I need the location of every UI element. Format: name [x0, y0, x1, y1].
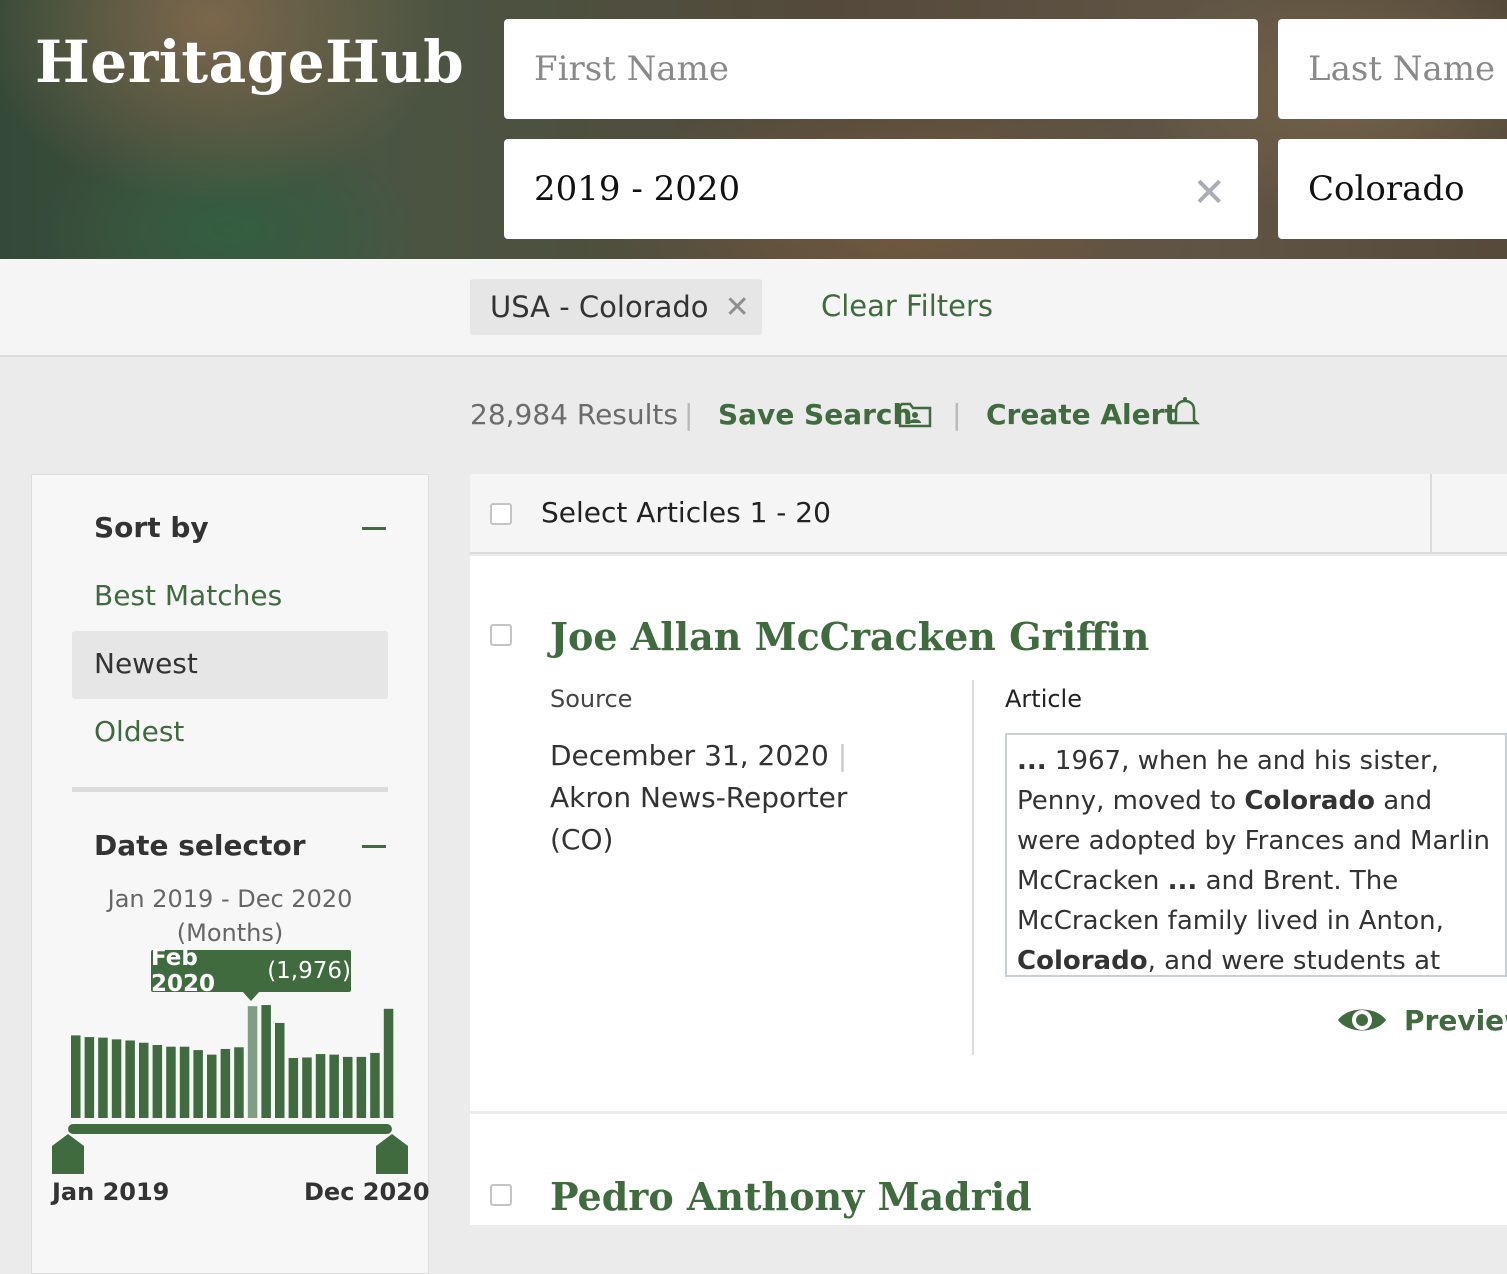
article-label: Article: [1005, 685, 1082, 713]
histogram-bar-feb-2020[interactable]: [247, 1006, 258, 1118]
slider-end-handle[interactable]: [376, 1134, 408, 1174]
header-banner: HeritageHub First Name Last Name 2019 - …: [0, 0, 1507, 259]
separator: |: [952, 398, 962, 431]
date-range-text: Jan 2019 - Dec 2020: [107, 885, 353, 913]
histogram-bar-oct-2020[interactable]: [356, 1056, 367, 1118]
save-search-link[interactable]: Save Search: [718, 397, 912, 433]
separator: |: [684, 398, 694, 431]
histogram-bar-nov-2020[interactable]: [370, 1052, 380, 1118]
clear-date-icon[interactable]: ✕: [1192, 173, 1226, 213]
collapse-date-icon[interactable]: [362, 845, 386, 848]
result-checkbox[interactable]: [490, 1184, 512, 1206]
create-alert-link[interactable]: Create Alert: [986, 397, 1178, 433]
folder-icon[interactable]: [898, 400, 932, 428]
date-slider-track[interactable]: [68, 1124, 392, 1134]
result-date: December 31, 2020: [550, 739, 829, 772]
histogram-bar-apr-2020[interactable]: [275, 1022, 285, 1118]
tooltip-month: Feb 2020: [151, 945, 216, 997]
histogram-bar-nov-2019[interactable]: [207, 1054, 217, 1118]
result-title[interactable]: Joe Allan McCracken Griffin: [550, 614, 1149, 659]
axis-start-label: Jan 2019: [52, 1178, 170, 1206]
results-count: 28,984 Results: [470, 398, 678, 431]
filter-bar: USA - Colorado ✕ Clear Filters: [0, 259, 1507, 357]
result-title[interactable]: Pedro Anthony Madrid: [550, 1174, 1032, 1219]
date-histogram[interactable]: [66, 1000, 396, 1118]
source-details: December 31, 2020 | Akron News-Reporter …: [550, 735, 850, 861]
sort-option-oldest[interactable]: Oldest: [94, 715, 184, 748]
histogram-bar-dec-2020[interactable]: [383, 1008, 394, 1118]
tooltip-count: (1,976): [267, 958, 351, 984]
location-input[interactable]: Colorado: [1278, 139, 1507, 239]
select-all-checkbox[interactable]: [490, 503, 512, 525]
select-articles-bar: Select Articles 1 - 20: [470, 474, 1507, 554]
bell-icon[interactable]: [1170, 396, 1200, 428]
histogram-bar-jun-2019[interactable]: [139, 1042, 149, 1118]
sidebar-divider: [72, 787, 388, 792]
preview-label: Preview: [1404, 1003, 1507, 1037]
histogram-bar-aug-2020[interactable]: [329, 1054, 339, 1118]
histogram-bar-sep-2020[interactable]: [343, 1056, 353, 1118]
histogram-bar-may-2019[interactable]: [125, 1040, 135, 1118]
histogram-bar-jul-2019[interactable]: [152, 1045, 163, 1118]
histogram-bar-may-2020[interactable]: [288, 1058, 299, 1118]
histogram-tooltip: Feb 2020 (1,976): [151, 945, 351, 997]
histogram-bar-mar-2019[interactable]: [98, 1037, 108, 1118]
column-divider: [972, 680, 974, 1055]
eye-icon: [1338, 1009, 1386, 1031]
first-name-input[interactable]: First Name: [504, 19, 1258, 119]
histogram-bar-jan-2020[interactable]: [234, 1047, 244, 1118]
histogram-bar-sep-2019[interactable]: [179, 1046, 190, 1118]
date-selector-heading: Date selector: [94, 829, 306, 862]
separator: |: [837, 739, 848, 772]
preview-link[interactable]: Preview: [1336, 1002, 1507, 1038]
filter-chip-label: USA - Colorado: [490, 290, 709, 324]
site-logo[interactable]: HeritageHub: [35, 28, 464, 96]
source-label: Source: [550, 685, 633, 713]
slider-start-handle[interactable]: [52, 1134, 84, 1174]
histogram-bar-dec-2019[interactable]: [220, 1048, 231, 1118]
last-name-input[interactable]: Last Name: [1278, 19, 1507, 119]
sort-option-best-matches[interactable]: Best Matches: [94, 579, 282, 612]
date-range-caption: Jan 2019 - Dec 2020 (Months): [72, 882, 388, 950]
clear-filters-link[interactable]: Clear Filters: [821, 289, 993, 323]
histogram-bar-feb-2019[interactable]: [84, 1037, 95, 1118]
sort-option-newest[interactable]: Newest: [94, 647, 198, 680]
date-range-value: 2019 - 2020: [534, 169, 741, 209]
histogram-bar-jun-2020[interactable]: [302, 1057, 312, 1118]
histogram-bar-oct-2019[interactable]: [193, 1050, 203, 1118]
histogram-bar-apr-2019[interactable]: [111, 1039, 122, 1118]
histogram-bar-mar-2020[interactable]: [261, 1005, 271, 1118]
date-range-input[interactable]: 2019 - 2020 ✕: [504, 139, 1258, 239]
result-source: Akron News-Reporter (CO): [550, 781, 848, 856]
histogram-bar-jan-2019[interactable]: [71, 1035, 81, 1118]
histogram-bar-jul-2020[interactable]: [315, 1054, 326, 1118]
histogram-bar-aug-2019[interactable]: [166, 1046, 176, 1118]
axis-end-label: Dec 2020: [304, 1178, 430, 1206]
sort-by-heading: Sort by: [94, 511, 209, 544]
remove-filter-icon[interactable]: ✕: [725, 290, 750, 325]
filter-chip-location[interactable]: USA - Colorado ✕: [470, 279, 762, 335]
result-checkbox[interactable]: [490, 624, 512, 646]
collapse-sort-icon[interactable]: [362, 527, 386, 530]
divider: [1430, 474, 1432, 552]
select-articles-label: Select Articles 1 - 20: [541, 496, 831, 529]
article-excerpt: ... 1967, when he and his sister, Penny,…: [1005, 733, 1507, 977]
